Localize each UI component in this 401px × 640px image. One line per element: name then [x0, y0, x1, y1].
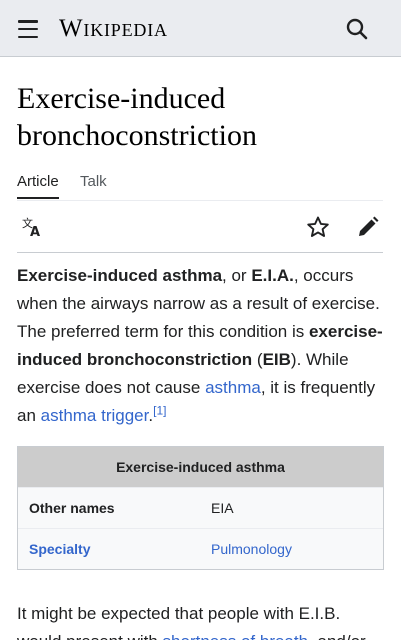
infobox: Exercise-induced asthma Other names EIA … [17, 446, 384, 570]
menu-line [18, 35, 38, 38]
lead-paragraph: Exercise-induced asthma, or E.I.A., occu… [17, 262, 385, 430]
link-asthma[interactable]: asthma [205, 378, 261, 397]
menu-line [18, 27, 38, 31]
bold-term: E.I.A. [251, 266, 294, 285]
infobox-value-link[interactable]: Pulmonology [211, 541, 292, 557]
page-title: Exercise-induced bronchoconstriction [17, 82, 257, 152]
text: , or [222, 266, 252, 285]
link-shortness-of-breath[interactable]: shortness of breath [163, 632, 309, 640]
infobox-value: EIA [211, 500, 234, 516]
second-paragraph: It might be expected that people with E.… [17, 600, 385, 640]
infobox-row: Specialty Pulmonology [18, 528, 383, 569]
reference-link[interactable]: [1] [153, 403, 166, 417]
link-asthma-trigger[interactable]: asthma trigger [41, 406, 149, 425]
text: , and/or [308, 632, 366, 640]
page-actions-toolbar: 文 A [17, 201, 383, 253]
tab-talk[interactable]: Talk [80, 173, 107, 190]
bold-term: Exercise-induced asthma [17, 266, 223, 285]
wikipedia-wordmark[interactable]: Wikipedia [59, 15, 168, 43]
search-icon[interactable] [344, 16, 370, 42]
svg-text:A: A [30, 225, 40, 239]
top-bar: Wikipedia [0, 0, 401, 57]
page-tabs: Article Talk [17, 170, 383, 201]
tab-article[interactable]: Article [17, 173, 59, 199]
star-icon[interactable] [306, 215, 330, 239]
hamburger-menu-icon[interactable] [13, 16, 43, 42]
text: ( [252, 350, 263, 369]
bold-term: EIB [262, 350, 291, 369]
pencil-icon[interactable] [356, 215, 380, 239]
infobox-label: Other names [29, 500, 115, 516]
infobox-label-link[interactable]: Specialty [29, 541, 90, 557]
infobox-title: Exercise-induced asthma [18, 447, 383, 487]
language-icon[interactable]: 文 A [21, 215, 45, 240]
infobox-row: Other names EIA [18, 487, 383, 528]
menu-line [18, 20, 38, 23]
